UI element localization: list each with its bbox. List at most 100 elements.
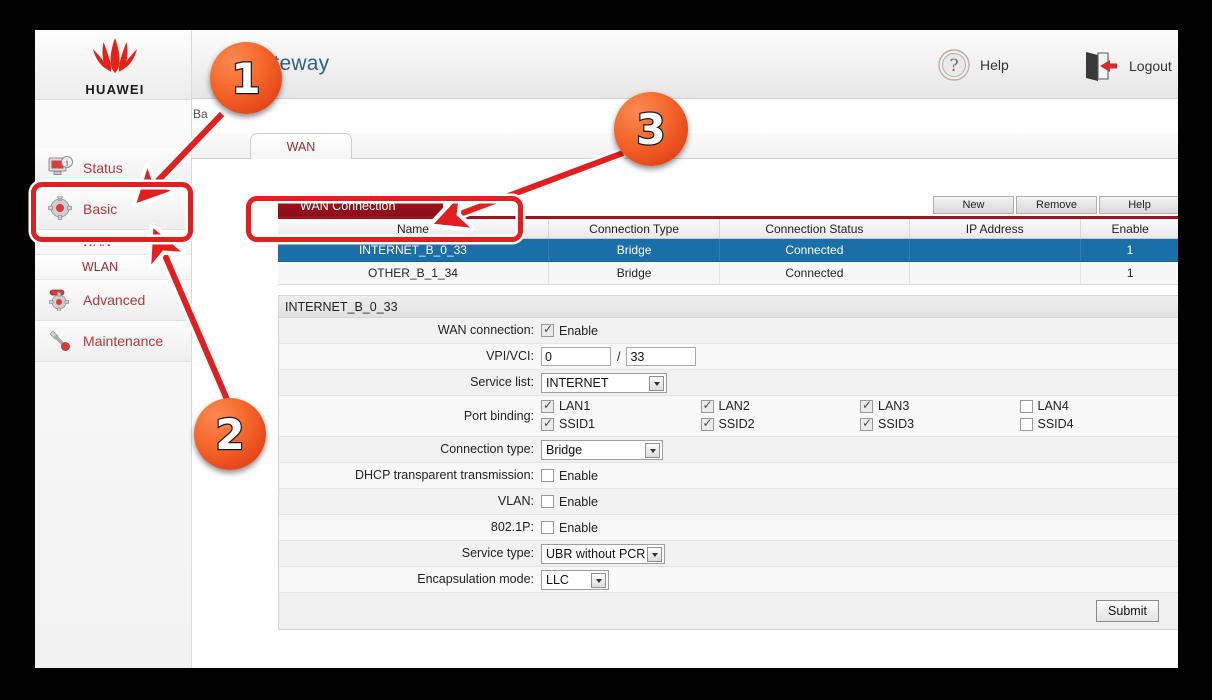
- panel-title-label: WAN Connection: [300, 198, 396, 213]
- gear-tools-icon: [47, 287, 77, 313]
- lan3-checkbox[interactable]: [860, 398, 873, 413]
- submit-button[interactable]: Submit: [1096, 600, 1159, 622]
- service-list-value: INTERNET: [546, 376, 609, 390]
- lan1-label: LAN1: [559, 399, 591, 413]
- cell-connection-type: Bridge: [548, 238, 721, 262]
- breadcrumb: Ba: [193, 107, 208, 121]
- connection-type-value: Bridge: [546, 443, 583, 457]
- dhcp-enable-checkbox[interactable]: [541, 469, 554, 482]
- label-dot1p: 802.1P:: [490, 520, 534, 534]
- dhcp-enable-checkbox-wrap[interactable]: Enable: [541, 469, 598, 483]
- cell-connection-type: Bridge: [548, 261, 721, 285]
- vlan-enable-checkbox[interactable]: [541, 495, 554, 508]
- tab-wan[interactable]: WAN: [250, 133, 352, 159]
- brand-name: HUAWEI: [85, 82, 145, 97]
- table-header-row: Name Connection Type Connection Status I…: [278, 217, 1178, 239]
- sidebar-item-advanced[interactable]: Advanced: [35, 280, 191, 321]
- cell-connection-status: Connected: [719, 238, 910, 262]
- ssid1-checkbox-wrap[interactable]: SSID1: [541, 416, 701, 431]
- wrench-icon: [47, 328, 77, 354]
- service-type-select[interactable]: UBR without PCR: [541, 544, 665, 564]
- wan-connection-enable-checkbox[interactable]: [541, 322, 554, 337]
- vci-input[interactable]: [626, 347, 697, 366]
- label-service-list: Service list:: [470, 375, 534, 389]
- table-row[interactable]: INTERNET_B_0_33 Bridge Connected 1: [278, 238, 1178, 262]
- service-type-value: UBR without PCR: [546, 547, 646, 561]
- logout-button[interactable]: Logout: [1082, 48, 1172, 84]
- port-binding-column-4: LAN4 SSID4: [1019, 399, 1179, 431]
- chevron-down-icon[interactable]: [645, 443, 660, 458]
- lan1-checkbox[interactable]: [541, 398, 554, 413]
- field-service-type: Service type: UBR without PCR: [279, 541, 1178, 567]
- panel-help-button[interactable]: Help: [1099, 196, 1178, 214]
- ssid2-checkbox[interactable]: [700, 416, 714, 431]
- dot1p-enable-checkbox[interactable]: [541, 521, 554, 534]
- dot1p-enable-label: Enable: [559, 520, 598, 535]
- port-binding-column-3: LAN3 SSID3: [860, 398, 1020, 431]
- label-connection-type: Connection type:: [440, 442, 534, 456]
- lan3-checkbox-wrap[interactable]: LAN3: [860, 398, 1020, 413]
- ssid1-label: SSID1: [559, 417, 596, 431]
- wan-connection-enable-checkbox-wrap[interactable]: Enable: [541, 322, 598, 338]
- logout-label: Logout: [1129, 58, 1172, 74]
- sidebar-subitem-wan[interactable]: WAN: [35, 230, 191, 255]
- vpi-vci-separator: /: [617, 349, 621, 364]
- ssid4-checkbox-wrap[interactable]: SSID4: [1019, 417, 1179, 431]
- vlan-enable-label: Enable: [559, 494, 598, 509]
- ssid3-checkbox-wrap[interactable]: SSID3: [860, 416, 1020, 431]
- ssid4-checkbox[interactable]: [1019, 417, 1033, 431]
- wan-detail-form: INTERNET_B_0_33 WAN connection: Enable V…: [278, 295, 1178, 630]
- help-label: Help: [980, 57, 1009, 73]
- encapsulation-mode-select[interactable]: LLC: [541, 570, 609, 590]
- wan-connection-table: Name Connection Type Connection Status I…: [278, 216, 1178, 285]
- sidebar-item-status[interactable]: i Status: [35, 148, 191, 189]
- field-vlan: VLAN: Enable: [279, 489, 1178, 515]
- dhcp-enable-label: Enable: [559, 468, 598, 483]
- label-service-type: Service type:: [461, 546, 534, 560]
- panel-header: WAN Connection New Remove Help: [278, 195, 1178, 216]
- sidebar-item-basic[interactable]: Basic: [35, 189, 191, 230]
- svg-text:i: i: [66, 159, 69, 168]
- monitor-info-icon: i: [47, 155, 77, 181]
- sidebar-subitem-wlan[interactable]: WLAN: [35, 255, 191, 280]
- lan4-checkbox[interactable]: [1019, 399, 1033, 413]
- service-list-select[interactable]: INTERNET: [541, 373, 667, 393]
- ssid3-checkbox[interactable]: [860, 416, 873, 431]
- lan4-checkbox-wrap[interactable]: LAN4: [1019, 399, 1179, 413]
- vpi-input[interactable]: [541, 347, 611, 366]
- lan1-checkbox-wrap[interactable]: LAN1: [541, 398, 701, 413]
- label-encapsulation-mode: Encapsulation mode:: [417, 572, 534, 586]
- lan2-label: LAN2: [718, 399, 750, 413]
- sidebar-item-label-status: Status: [83, 160, 123, 176]
- huawei-flower-icon: [93, 38, 137, 73]
- dot1p-enable-checkbox-wrap[interactable]: Enable: [541, 521, 598, 535]
- sidebar-subitem-label-wlan: WLAN: [82, 260, 119, 274]
- cell-name: OTHER_B_1_34: [278, 261, 549, 285]
- connection-type-select[interactable]: Bridge: [541, 440, 663, 460]
- ssid1-checkbox[interactable]: [541, 416, 554, 431]
- lan2-checkbox[interactable]: [700, 398, 714, 413]
- lan2-checkbox-wrap[interactable]: LAN2: [700, 398, 861, 413]
- port-binding-grid: LAN1 SSID1 LAN2 SSID2 LAN3 SSID3 LAN4 SS…: [541, 398, 1179, 435]
- cell-ip-address: [909, 261, 1081, 285]
- sidebar-item-maintenance[interactable]: Maintenance: [35, 321, 191, 362]
- chevron-down-icon[interactable]: [591, 573, 606, 588]
- content-area: WAN Connection New Remove Help Name Conn…: [192, 159, 1178, 668]
- submit-row: Submit: [279, 593, 1178, 629]
- wan-connection-panel: WAN Connection New Remove Help Name Conn…: [278, 195, 1178, 630]
- chevron-down-icon[interactable]: [647, 547, 662, 562]
- breadcrumb-row: Ba: [192, 99, 1178, 133]
- new-button[interactable]: New: [933, 196, 1014, 214]
- encapsulation-mode-value: LLC: [546, 573, 569, 587]
- column-header-connection-status: Connection Status: [719, 217, 910, 239]
- chevron-down-icon[interactable]: [649, 376, 664, 391]
- label-vpi-vci: VPI/VCI:: [486, 349, 534, 363]
- cell-ip-address: [909, 238, 1081, 262]
- table-row[interactable]: OTHER_B_1_34 Bridge Connected 1: [278, 261, 1178, 285]
- remove-button[interactable]: Remove: [1016, 196, 1097, 214]
- vlan-enable-checkbox-wrap[interactable]: Enable: [541, 495, 598, 509]
- new-button-label: New: [962, 199, 985, 211]
- sidebar-subitem-label-wan: WAN: [82, 235, 111, 249]
- ssid2-checkbox-wrap[interactable]: SSID2: [700, 416, 861, 431]
- help-button[interactable]: ? Help: [937, 48, 1009, 82]
